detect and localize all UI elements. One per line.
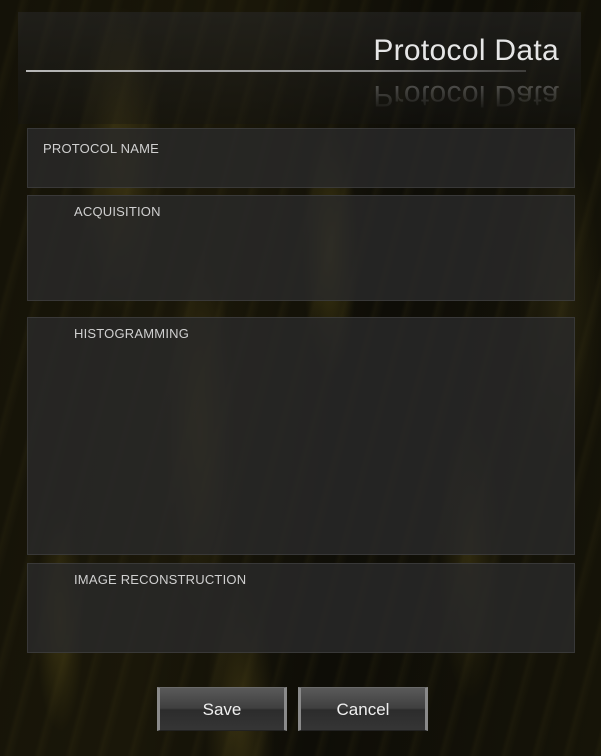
acquisition-panel[interactable]: ACQUISITION (27, 195, 575, 301)
protocol-name-panel[interactable]: PROTOCOL NAME (27, 128, 575, 188)
cancel-button[interactable]: Cancel (298, 687, 428, 731)
title-divider (26, 70, 526, 72)
protocol-data-window: Protocol Data Protocol Data PROTOCOL NAM… (0, 0, 601, 756)
histogramming-label: HISTOGRAMMING (74, 326, 190, 341)
page-title: Protocol Data (373, 34, 559, 67)
image-reconstruction-label: IMAGE RECONSTRUCTION (74, 572, 247, 587)
header-panel: Protocol Data Protocol Data (18, 12, 581, 124)
acquisition-label: ACQUISITION (74, 204, 161, 219)
image-reconstruction-panel[interactable]: IMAGE RECONSTRUCTION (27, 563, 575, 653)
histogramming-panel[interactable]: HISTOGRAMMING (27, 317, 575, 555)
page-title-reflection: Protocol Data (373, 79, 559, 112)
protocol-name-label: PROTOCOL NAME (43, 141, 160, 156)
save-button[interactable]: Save (157, 687, 287, 731)
